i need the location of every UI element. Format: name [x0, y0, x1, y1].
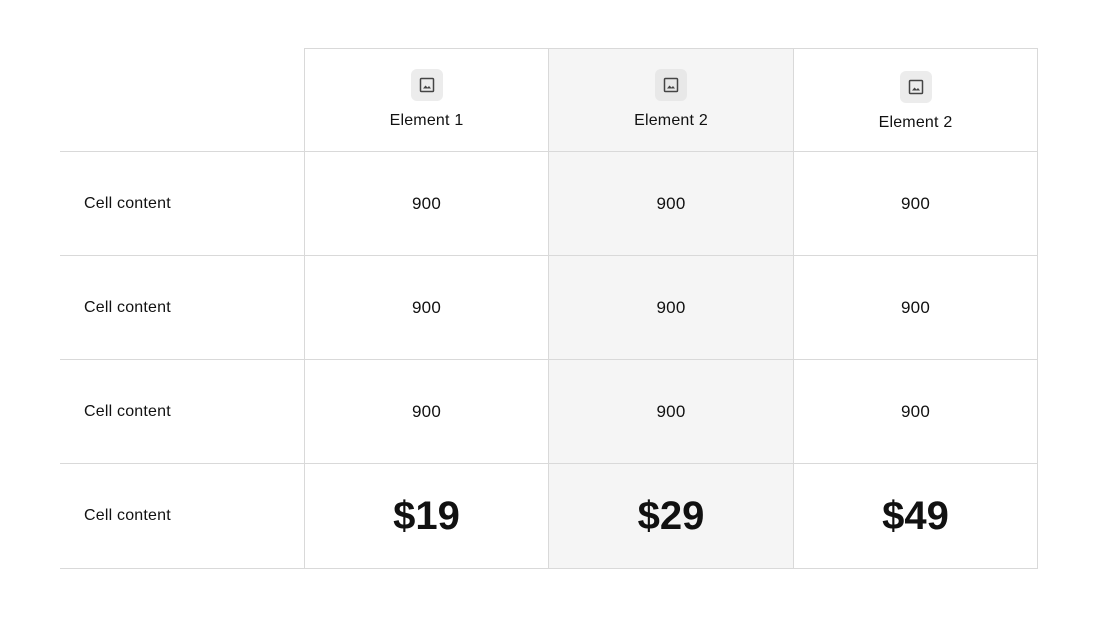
table-cell: 900: [794, 256, 1038, 360]
row-label: Cell content: [60, 464, 305, 569]
column-header-label: Element 2: [878, 114, 953, 131]
table-cell: 900: [305, 256, 549, 360]
table-cell: 900: [549, 152, 794, 256]
table-corner: [60, 48, 305, 152]
image-icon: [899, 71, 932, 103]
table-cell: 900: [794, 360, 1038, 464]
image-icon: [410, 69, 443, 101]
row-label: Cell content: [60, 360, 305, 464]
comparison-table: Element 1 Element 2 Element 2 Cell conte…: [60, 48, 1038, 569]
table-cell: 900: [305, 152, 549, 256]
row-label: Cell content: [60, 256, 305, 360]
image-icon: [655, 69, 687, 101]
price-cell: $19: [305, 464, 549, 569]
table-cell: 900: [549, 256, 794, 360]
table-cell: 900: [305, 360, 549, 464]
column-header-1: Element 1: [305, 48, 549, 152]
price-cell: $29: [549, 464, 794, 569]
column-header-label: Element 2: [634, 112, 708, 129]
column-header-3: Element 2: [794, 48, 1038, 152]
column-header-label: Element 1: [389, 112, 464, 129]
table-cell: 900: [549, 360, 794, 464]
row-label: Cell content: [60, 152, 305, 256]
table-cell: 900: [794, 152, 1038, 256]
price-cell: $49: [794, 464, 1038, 569]
column-header-2: Element 2: [549, 48, 794, 152]
